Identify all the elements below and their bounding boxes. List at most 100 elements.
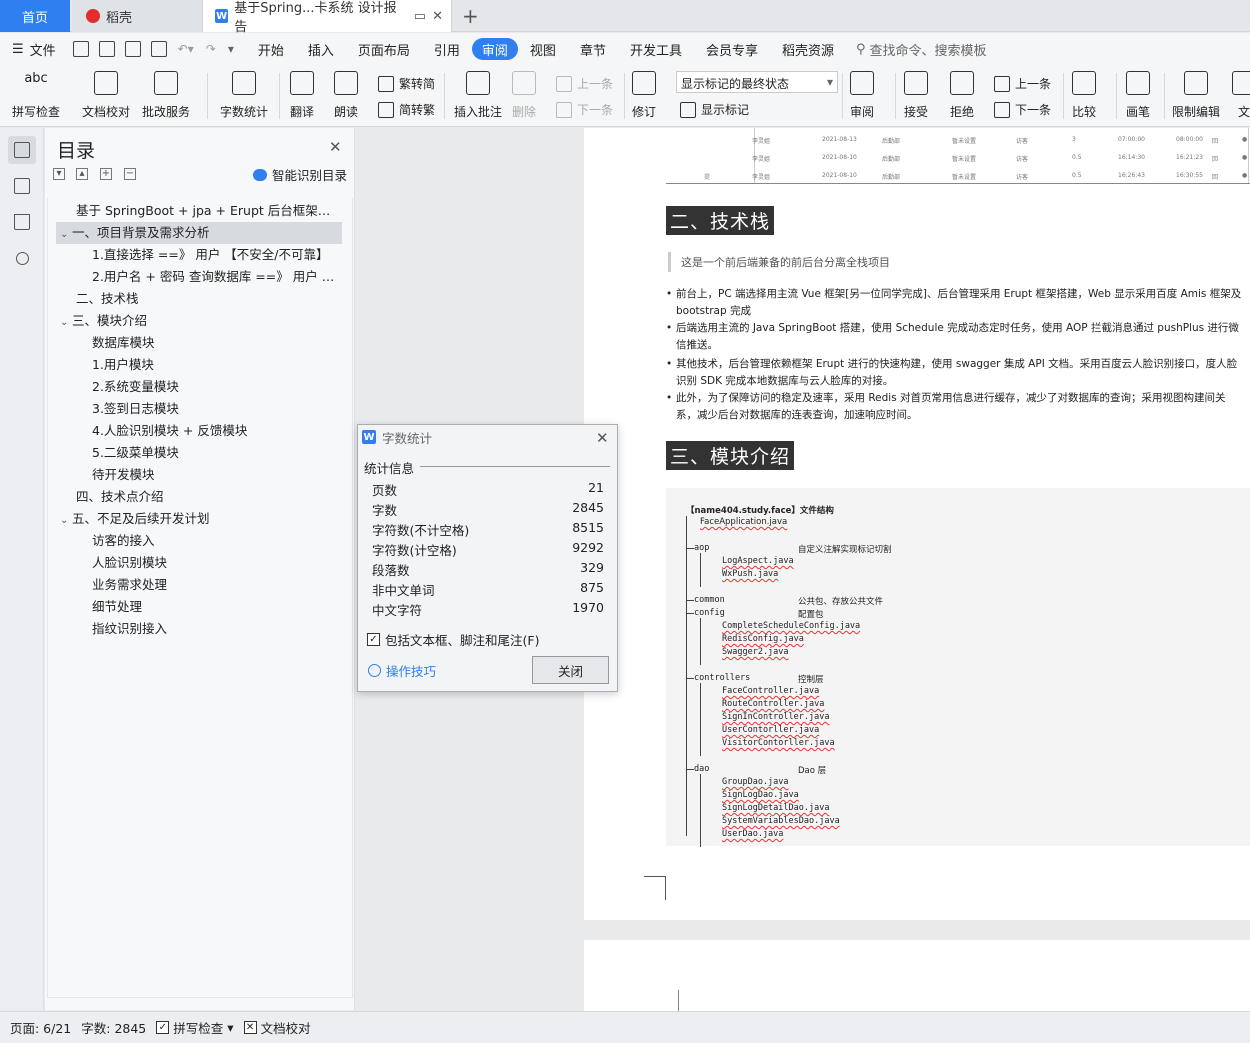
pen-button[interactable]: 画笔 — [1126, 71, 1150, 120]
menu-2[interactable]: 页面布局 — [346, 38, 422, 60]
toc-item-label: 待开发模块 — [92, 467, 155, 482]
review-pane-button[interactable]: 审阅 — [850, 71, 874, 120]
delete-comment-button[interactable]: 删除 — [512, 71, 536, 120]
spell-check-button[interactable]: abc 拼写检查 — [12, 71, 60, 120]
tab-close-icon[interactable]: ✕ — [432, 9, 443, 24]
translate-button[interactable]: 翻译 — [290, 71, 314, 120]
toc-item[interactable]: 1.直接选择 ==》 用户 【不安全/不可靠】 — [56, 244, 342, 266]
menu-4[interactable]: 审阅 — [471, 38, 518, 60]
toc-item[interactable]: 5.二级菜单模块 — [56, 442, 342, 464]
show-markup-button[interactable]: 显示标记 — [680, 101, 749, 118]
menu-6[interactable]: 章节 — [568, 38, 618, 60]
toc-title: 目录 — [57, 140, 96, 162]
word-count-indicator[interactable]: 字数: 2845 — [81, 1018, 146, 1037]
close-button[interactable]: 关闭 — [532, 656, 609, 684]
menu-0[interactable]: 开始 — [246, 38, 296, 60]
table-row: 李灵姐 2021-08-10 后勤部 暂未设置 访客 0.5 16:14:30 16:21:2… — [752, 154, 1247, 164]
menu-8[interactable]: 会员专享 — [694, 38, 770, 60]
file-menu[interactable]: ☰ 文件 — [0, 38, 68, 60]
more-icon[interactable]: ▾ — [228, 42, 234, 56]
toc-item[interactable]: 4.人脸识别模块 + 反馈模块 — [56, 420, 342, 442]
toc-item[interactable]: ⌄ 五、不足及后续开发计划 — [56, 508, 342, 530]
toc-item[interactable]: 待开发模块 — [56, 464, 342, 486]
undo-icon[interactable]: ↶▾ — [178, 42, 194, 56]
expand-all-icon[interactable]: ▴ — [76, 168, 88, 180]
bookmark-icon[interactable] — [8, 208, 36, 236]
tips-link[interactable]: 操作技巧 — [368, 661, 436, 680]
accept-button[interactable]: 接受 — [904, 71, 928, 120]
tab-daoke[interactable]: 稻壳 — [72, 0, 202, 32]
menu-7[interactable]: 开发工具 — [618, 38, 694, 60]
search-command[interactable]: ⚲ 查找命令、搜索模板 — [856, 40, 987, 59]
close-icon[interactable]: ✕ — [329, 138, 342, 156]
spell-check-status[interactable]: ✓ 拼写检查 ▾ — [156, 1018, 234, 1037]
toc-item[interactable]: 数据库模块 — [56, 332, 342, 354]
toc-item[interactable]: 指纹识别接入 — [56, 618, 342, 640]
toc-item[interactable]: 基于 SpringBoot + jpa + Erupt 后台框架开... — [56, 200, 342, 222]
proofread-icon — [94, 71, 118, 95]
to-traditional-button[interactable]: 简转繁 — [378, 101, 435, 118]
next-comment-button[interactable]: 下一条 — [556, 101, 613, 118]
chevron-down-icon[interactable]: ⌄ — [60, 224, 72, 244]
toc-item[interactable]: 访客的接入 — [56, 530, 342, 552]
prev-change-button[interactable]: 上一条 — [994, 75, 1051, 92]
toc-item[interactable]: ⌄ 一、项目背景及需求分析 — [56, 222, 342, 244]
remove-heading-icon[interactable]: − — [124, 168, 136, 180]
chevron-down-icon[interactable]: ⌄ — [60, 312, 72, 332]
redo-icon[interactable]: ↷ — [206, 42, 216, 56]
read-aloud-button[interactable]: 朗读 — [334, 71, 358, 120]
next-change-button[interactable]: 下一条 — [994, 101, 1051, 118]
menu-5[interactable]: 视图 — [518, 38, 568, 60]
divider — [1164, 73, 1165, 119]
toc-item[interactable]: 人脸识别模块 — [56, 552, 342, 574]
search-icon: ⚲ — [856, 41, 866, 57]
markup-state-select[interactable]: 显示标记的最终状态 ▾ — [676, 71, 838, 93]
toc-item[interactable]: 业务需求处理 — [56, 574, 342, 596]
toc-item[interactable]: 3.签到日志模块 — [56, 398, 342, 420]
toc-item[interactable]: ⌄ 三、模块介绍 — [56, 310, 342, 332]
to-simplified-button[interactable]: 繁转简 — [378, 75, 435, 92]
new-tab-icon[interactable]: + — [462, 4, 479, 28]
toc-item[interactable]: 二、技术栈 — [56, 288, 342, 310]
document-more-button[interactable]: 文 — [1232, 71, 1250, 120]
chevron-down-icon[interactable]: ⌄ — [60, 510, 72, 530]
toc-panel-icon[interactable] — [8, 136, 36, 164]
prev-comment-button[interactable]: 上一条 — [556, 75, 613, 92]
code-comment: 公共包、存放公共文件 — [798, 597, 884, 607]
proofread-status[interactable]: ✕ 文档校对 — [243, 1018, 311, 1037]
proofread-button[interactable]: 文档校对 — [82, 71, 130, 120]
save-icon[interactable] — [72, 41, 89, 57]
reject-button[interactable]: 拒绝 — [950, 71, 974, 120]
collapse-all-icon[interactable]: ▾ — [53, 168, 65, 180]
annotate-service-button[interactable]: 批改服务 — [142, 71, 190, 120]
toc-item[interactable]: 四、技术点介绍 — [56, 486, 342, 508]
print-icon[interactable] — [124, 41, 141, 57]
menu-9[interactable]: 稻壳资源 — [770, 38, 846, 60]
restrict-edit-button[interactable]: 限制编辑 — [1172, 71, 1220, 120]
compare-button[interactable]: 比较 — [1072, 71, 1096, 120]
search-icon[interactable] — [8, 244, 36, 272]
page-indicator[interactable]: 页面: 6/21 — [10, 1018, 71, 1037]
toc-item-label: 四、技术点介绍 — [76, 489, 164, 504]
insert-comment-button[interactable]: 插入批注 — [454, 71, 502, 120]
menu-1[interactable]: 插入 — [296, 38, 346, 60]
table-cell: 访客 — [1016, 156, 1029, 163]
tab-document[interactable]: W 基于Spring...卡系统 设计报告 ▭ ✕ — [202, 0, 452, 35]
toc-item[interactable]: 细节处理 — [56, 596, 342, 618]
navigation-icon[interactable] — [8, 172, 36, 200]
tab-float-icon[interactable]: ▭ — [414, 9, 426, 24]
export-icon[interactable] — [98, 41, 115, 57]
add-heading-icon[interactable]: + — [100, 168, 112, 180]
toc-item-label: 访客的接入 — [92, 533, 155, 548]
print-preview-icon[interactable] — [150, 41, 167, 57]
include-textbox-checkbox[interactable]: ✓ 包括文本框、脚注和尾注(F) — [367, 630, 539, 649]
close-icon[interactable]: ✕ — [596, 429, 609, 447]
smart-toc-button[interactable]: 智能识别目录 — [253, 165, 347, 184]
menu-3[interactable]: 引用 — [422, 38, 472, 60]
toc-item[interactable]: 2.用户名 + 密码 查询数据库 ==》 用户 【... — [56, 266, 342, 288]
toc-item[interactable]: 1.用户模块 — [56, 354, 342, 376]
tab-home[interactable]: 首页 — [0, 0, 70, 32]
word-count-button[interactable]: 字数统计 — [220, 71, 268, 120]
toc-item[interactable]: 2.系统变量模块 — [56, 376, 342, 398]
track-changes-button[interactable]: 修订 — [632, 71, 656, 120]
